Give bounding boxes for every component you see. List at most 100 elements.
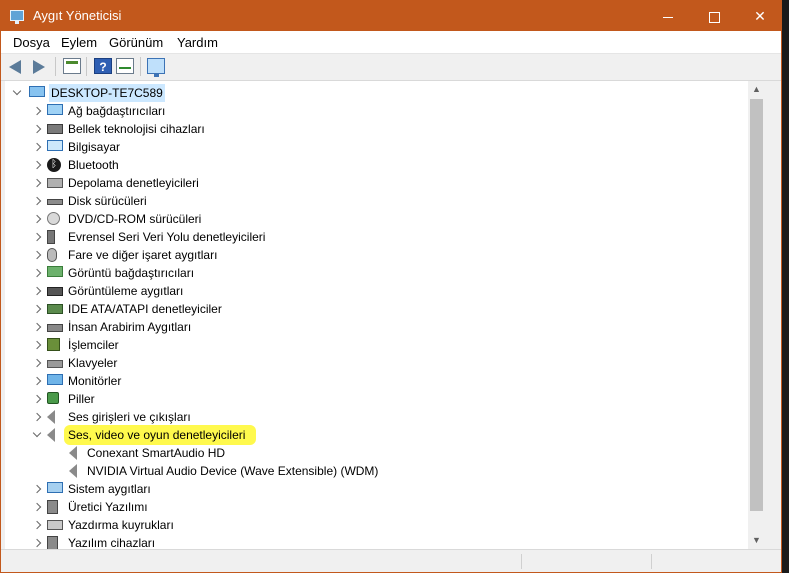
expand-chevron-icon[interactable] bbox=[31, 246, 43, 264]
monitor-icon bbox=[47, 374, 63, 385]
tree-category-label: IDE ATA/ATAPI denetleyiciler bbox=[68, 302, 222, 316]
expand-chevron-icon[interactable] bbox=[31, 120, 43, 138]
tree-category-label: Yazdırma kuyrukları bbox=[68, 518, 174, 532]
maximize-button[interactable] bbox=[691, 1, 737, 31]
update-driver-icon[interactable] bbox=[116, 58, 134, 74]
disk-drive-icon bbox=[47, 199, 63, 205]
forward-arrow-icon[interactable] bbox=[33, 60, 45, 74]
expand-chevron-icon[interactable] bbox=[31, 264, 43, 282]
mouse-icon bbox=[47, 248, 57, 262]
status-bar bbox=[1, 549, 781, 572]
scroll-up-arrow-icon[interactable]: ▲ bbox=[748, 81, 765, 98]
expand-chevron-icon[interactable] bbox=[31, 174, 43, 192]
tree-category-label: Görüntü bağdaştırıcıları bbox=[68, 266, 195, 280]
tree-category-label: Ses girişleri ve çıkışları bbox=[68, 410, 191, 424]
menu-gorunum[interactable]: Görünüm bbox=[109, 35, 163, 50]
device-tree: DESKTOP-TE7C589 Ağ bağdaştırıcıları Belle… bbox=[5, 81, 765, 549]
tree-category-label: Ses, video ve oyun denetleyicileri bbox=[68, 428, 246, 442]
vertical-scrollbar[interactable]: ▲ ▼ bbox=[748, 81, 765, 549]
network-adapter-icon bbox=[47, 104, 63, 115]
bluetooth-icon: ᛒ bbox=[47, 158, 61, 172]
close-icon: ✕ bbox=[754, 8, 766, 24]
expand-chevron-icon[interactable] bbox=[31, 318, 43, 336]
expand-chevron-icon[interactable] bbox=[31, 390, 43, 408]
speaker-icon bbox=[69, 446, 77, 460]
hid-icon bbox=[47, 324, 63, 332]
tree-device-label: Conexant SmartAudio HD bbox=[87, 446, 226, 460]
ide-controller-icon bbox=[47, 304, 63, 314]
title-bar[interactable]: Aygıt Yöneticisi ✕ bbox=[1, 1, 781, 31]
toolbar-separator bbox=[86, 57, 87, 76]
tree-category-label: Evrensel Seri Veri Yolu denetleyicileri bbox=[68, 230, 266, 244]
expand-chevron-icon[interactable] bbox=[31, 480, 43, 498]
toolbar-separator bbox=[55, 57, 56, 76]
tree-category-label: Sistem aygıtları bbox=[68, 482, 151, 496]
tree-category-label: Monitörler bbox=[68, 374, 122, 388]
maximize-icon bbox=[708, 11, 720, 23]
keyboard-icon bbox=[47, 360, 63, 368]
tree-category-label: Piller bbox=[68, 392, 95, 406]
expand-chevron-icon[interactable] bbox=[31, 300, 43, 318]
battery-icon bbox=[47, 392, 59, 404]
computer-icon bbox=[29, 86, 45, 97]
help-icon[interactable]: ? bbox=[94, 58, 112, 74]
properties-icon[interactable] bbox=[63, 58, 81, 74]
expand-chevron-icon[interactable] bbox=[31, 516, 43, 534]
expand-chevron-icon[interactable] bbox=[31, 138, 43, 156]
computer-icon bbox=[47, 140, 63, 151]
back-arrow-icon[interactable] bbox=[9, 60, 21, 74]
expand-chevron-icon[interactable] bbox=[31, 336, 43, 354]
minimize-icon bbox=[663, 16, 673, 18]
software-device-icon bbox=[47, 536, 58, 549]
tree-category-label: Görüntüleme aygıtları bbox=[68, 284, 184, 298]
tree-category-label: Disk sürücüleri bbox=[68, 194, 147, 208]
speaker-icon bbox=[69, 464, 77, 478]
system-device-icon bbox=[47, 482, 63, 493]
expand-chevron-icon[interactable] bbox=[31, 102, 43, 120]
device-manager-window: Aygıt Yöneticisi ✕ Dosya Eylem Görünüm Y… bbox=[0, 0, 782, 573]
tree-category-label: Depolama denetleyicileri bbox=[68, 176, 199, 190]
tree-root-label: DESKTOP-TE7C589 bbox=[49, 84, 165, 102]
scrollbar-thumb[interactable] bbox=[750, 99, 763, 511]
scroll-down-arrow-icon[interactable]: ▼ bbox=[748, 532, 765, 549]
minimize-button[interactable] bbox=[645, 1, 691, 31]
expand-chevron-icon[interactable] bbox=[31, 192, 43, 210]
menu-bar: Dosya Eylem Görünüm Yardım bbox=[1, 31, 781, 54]
tree-category-label: Üretici Yazılımı bbox=[68, 500, 148, 514]
expand-chevron-icon[interactable] bbox=[31, 282, 43, 300]
expand-chevron-icon[interactable] bbox=[31, 354, 43, 372]
tree-category-label: Bellek teknolojisi cihazları bbox=[68, 122, 205, 136]
tree-category-label: Fare ve diğer işaret aygıtları bbox=[68, 248, 218, 262]
camera-icon bbox=[47, 287, 63, 296]
tree-category-label: DVD/CD-ROM sürücüleri bbox=[68, 212, 202, 226]
toolbar: ? bbox=[1, 54, 781, 81]
close-button[interactable]: ✕ bbox=[737, 1, 781, 31]
scan-hardware-icon[interactable] bbox=[147, 58, 165, 77]
menu-eylem[interactable]: Eylem bbox=[61, 35, 97, 50]
expand-chevron-icon[interactable] bbox=[31, 534, 43, 549]
collapse-chevron-icon[interactable] bbox=[11, 84, 23, 102]
tree-category-label: Yazılım cihazları bbox=[68, 536, 156, 549]
menu-dosya[interactable]: Dosya bbox=[13, 35, 50, 50]
expand-chevron-icon[interactable] bbox=[31, 372, 43, 390]
audio-io-icon bbox=[47, 410, 55, 424]
status-segment bbox=[521, 554, 522, 569]
expand-chevron-icon[interactable] bbox=[31, 498, 43, 516]
toolbar-separator bbox=[140, 57, 141, 76]
tree-category-label: İnsan Arabirim Aygıtları bbox=[68, 320, 192, 334]
tree-category-label: Klavyeler bbox=[68, 356, 118, 370]
memory-chip-icon bbox=[47, 124, 63, 134]
firmware-icon bbox=[47, 500, 58, 514]
tree-device-label: NVIDIA Virtual Audio Device (Wave Extens… bbox=[87, 464, 379, 478]
expand-chevron-icon[interactable] bbox=[31, 210, 43, 228]
menu-yardim[interactable]: Yardım bbox=[177, 35, 218, 50]
expand-chevron-icon[interactable] bbox=[31, 228, 43, 246]
expand-chevron-icon[interactable] bbox=[31, 408, 43, 426]
dvd-icon bbox=[47, 212, 60, 225]
collapse-chevron-icon[interactable] bbox=[31, 426, 43, 444]
status-segment bbox=[651, 554, 652, 569]
expand-chevron-icon[interactable] bbox=[31, 156, 43, 174]
tree-category-label: İşlemciler bbox=[68, 338, 119, 352]
tree-category-label: Ağ bağdaştırıcıları bbox=[68, 104, 166, 118]
usb-icon bbox=[47, 230, 55, 244]
